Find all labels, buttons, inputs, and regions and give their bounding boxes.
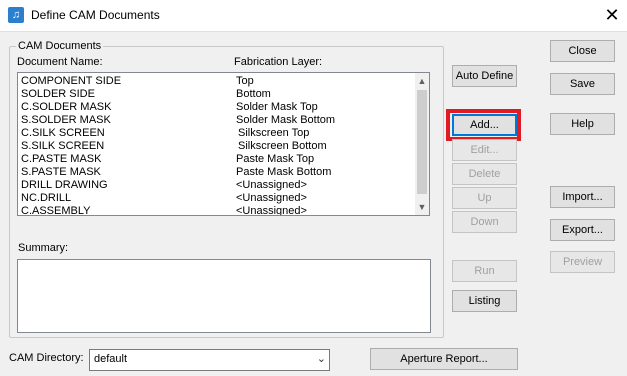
fabrication-layer: Paste Mask Top bbox=[236, 153, 315, 165]
document-name: S.SILK SCREEN bbox=[21, 140, 105, 152]
scroll-thumb[interactable] bbox=[417, 90, 427, 194]
summary-label: Summary: bbox=[18, 242, 69, 254]
down-button[interactable]: Down bbox=[452, 211, 517, 233]
close-icon[interactable]: ✕ bbox=[600, 2, 624, 28]
close-button[interactable]: Close bbox=[550, 40, 615, 62]
highlight-annotation bbox=[446, 109, 521, 141]
export-button[interactable]: Export... bbox=[550, 219, 615, 241]
document-name: COMPONENT SIDE bbox=[21, 75, 122, 87]
fabrication-layer: <Unassigned> bbox=[236, 205, 307, 216]
scroll-down-icon[interactable]: ▼ bbox=[415, 200, 429, 214]
fabrication-layer: Silkscreen Bottom bbox=[238, 140, 327, 152]
group-title: CAM Documents bbox=[16, 40, 104, 52]
cam-directory-label: CAM Directory: bbox=[9, 352, 84, 364]
fabrication-layer: Solder Mask Bottom bbox=[236, 114, 336, 126]
document-name: NC.DRILL bbox=[21, 192, 72, 204]
fabrication-layer: Top bbox=[236, 75, 254, 87]
aperture-report-button[interactable]: Aperture Report... bbox=[370, 348, 518, 370]
document-name: S.PASTE MASK bbox=[21, 166, 101, 178]
help-button[interactable]: Help bbox=[550, 113, 615, 135]
preview-button[interactable]: Preview bbox=[550, 251, 615, 273]
fabrication-layer: <Unassigned> bbox=[236, 192, 307, 204]
document-music-icon: ♫ bbox=[8, 7, 24, 23]
document-name: C.SILK SCREEN bbox=[21, 127, 105, 139]
fabrication-layer: Solder Mask Top bbox=[236, 101, 318, 113]
fabrication-layer: Bottom bbox=[236, 88, 271, 100]
auto-define-button[interactable]: Auto Define bbox=[452, 65, 517, 87]
document-name: S.SOLDER MASK bbox=[21, 114, 111, 126]
document-name: DRILL DRAWING bbox=[21, 179, 108, 191]
import-button[interactable]: Import... bbox=[550, 186, 615, 208]
column-header-fabrication-layer: Fabrication Layer: bbox=[234, 56, 323, 68]
document-name: C.PASTE MASK bbox=[21, 153, 102, 165]
listing-button[interactable]: Listing bbox=[452, 290, 517, 312]
edit-button[interactable]: Edit... bbox=[452, 139, 517, 161]
cam-directory-select[interactable]: default ⌄ bbox=[89, 349, 330, 371]
document-name: C.SOLDER MASK bbox=[21, 101, 112, 113]
fabrication-layer: Silkscreen Top bbox=[238, 127, 310, 139]
delete-button[interactable]: Delete bbox=[452, 163, 517, 185]
fabrication-layer: <Unassigned> bbox=[236, 179, 307, 191]
chevron-down-icon: ⌄ bbox=[316, 353, 326, 365]
fabrication-layer: Paste Mask Bottom bbox=[236, 166, 332, 178]
save-button[interactable]: Save bbox=[550, 73, 615, 95]
window-title: Define CAM Documents bbox=[31, 8, 160, 22]
document-name: SOLDER SIDE bbox=[21, 88, 95, 100]
up-button[interactable]: Up bbox=[452, 187, 517, 209]
title-bar: ♫ Define CAM Documents ✕ bbox=[0, 0, 627, 32]
scroll-up-icon[interactable]: ▲ bbox=[415, 74, 429, 88]
run-button[interactable]: Run bbox=[452, 260, 517, 282]
document-name: C.ASSEMBLY bbox=[21, 205, 91, 216]
summary-box bbox=[17, 259, 431, 333]
column-header-document-name: Document Name: bbox=[17, 56, 103, 68]
documents-list[interactable]: COMPONENT SIDE Top SOLDER SIDE Bottom C.… bbox=[17, 72, 430, 216]
cam-directory-value: default bbox=[94, 353, 128, 365]
list-scrollbar[interactable]: ▲ ▼ bbox=[415, 73, 429, 215]
